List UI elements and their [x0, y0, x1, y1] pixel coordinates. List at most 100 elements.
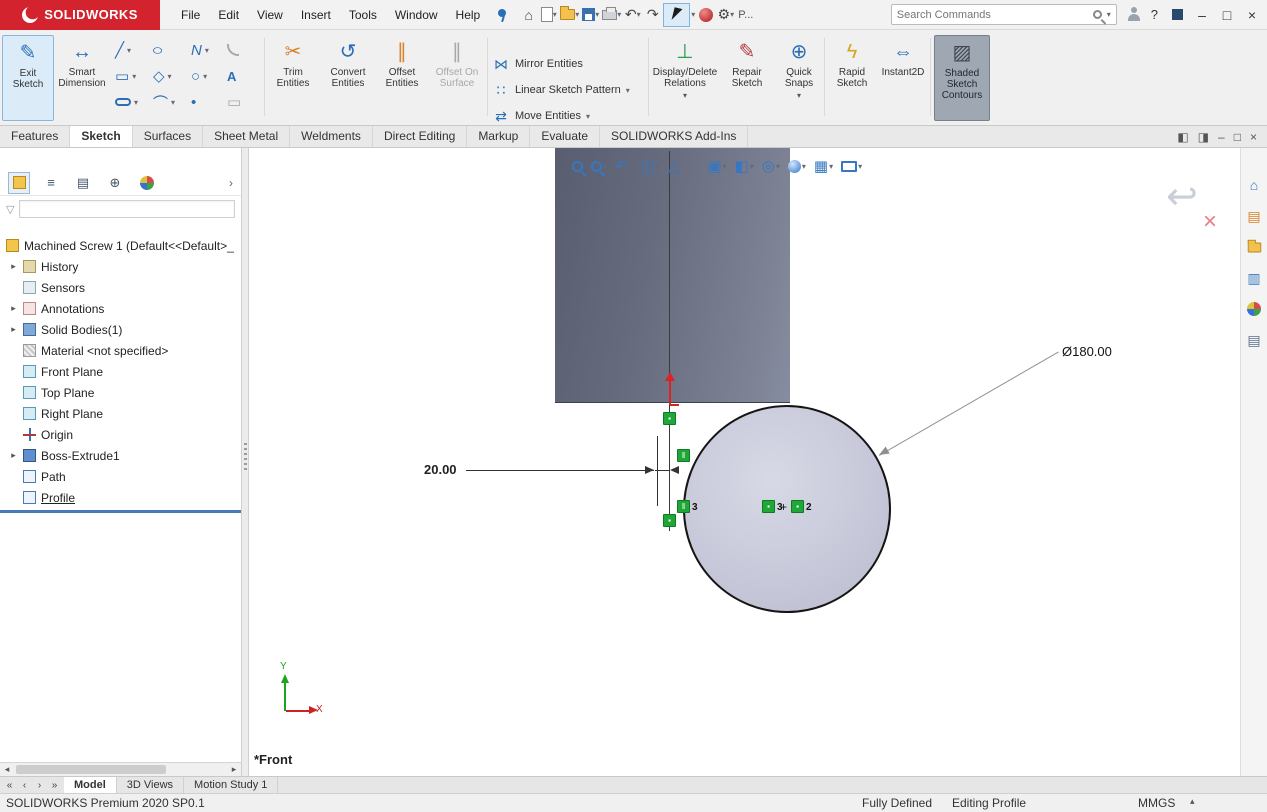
select-tool-button[interactable] [663, 3, 690, 27]
expand-arrow-icon[interactable]: ▸ [9, 450, 18, 461]
sketch-relation-badge[interactable]: ▪ [791, 500, 804, 513]
instant2d-button[interactable]: ⇔ Instant2D [878, 35, 928, 121]
tree-item-profile[interactable]: Profile [0, 487, 241, 508]
tab-markup[interactable]: Markup [467, 126, 530, 147]
panel-overflow-chevron-icon[interactable]: › [229, 176, 233, 190]
maximize-button[interactable]: □ [1216, 4, 1238, 26]
restore-document-icon[interactable]: □ [1234, 130, 1241, 144]
arc-tool-button[interactable]: ⌒▾ [150, 90, 186, 114]
sketch-relation-badge[interactable]: ▪ [663, 412, 676, 425]
sketch-relation-badge[interactable]: ▪ [663, 514, 676, 527]
sketch-relation-badge[interactable]: ▪ [762, 500, 775, 513]
tab-model[interactable]: Model [64, 777, 117, 793]
help-button[interactable]: ? [1151, 7, 1158, 22]
display-manager-tab[interactable] [136, 172, 158, 194]
sketch-relation-badge[interactable]: ‖ [677, 449, 690, 462]
tab-3d-views[interactable]: 3D Views [117, 777, 184, 793]
tab-features[interactable]: Features [0, 126, 70, 147]
rollback-bar[interactable] [0, 510, 241, 513]
dropdown-caret-icon[interactable]: ▾ [553, 10, 557, 19]
close-document-icon[interactable]: × [1250, 130, 1257, 144]
dropdown-caret-icon[interactable]: ▾ [683, 90, 687, 101]
tree-item-boss-extrude[interactable]: ▸ Boss-Extrude1 [0, 445, 241, 466]
configuration-manager-tab[interactable]: ▤ [72, 172, 94, 194]
annotation-views-icon[interactable]: △ [668, 157, 680, 175]
mirror-entities-button[interactable]: ⋈ Mirror Entities [492, 52, 646, 76]
tree-item-right-plane[interactable]: Right Plane [0, 403, 241, 424]
text-tool-button[interactable]: A [224, 64, 260, 88]
dropdown-caret-icon[interactable]: ▾ [637, 10, 641, 19]
tree-item-origin[interactable]: Origin [0, 424, 241, 445]
move-entities-button[interactable]: ⇄ Move Entities ▾ [492, 104, 646, 128]
diameter-leader-line[interactable] [879, 352, 1059, 456]
feature-manager-tree-tab[interactable] [8, 172, 30, 194]
tab-sheet-metal[interactable]: Sheet Metal [203, 126, 290, 147]
edit-appearance-icon[interactable]: ▾ [788, 160, 806, 173]
last-tab-icon[interactable]: » [48, 778, 61, 793]
dimxpert-manager-tab[interactable]: ⊕ [104, 172, 126, 194]
scroll-right-icon[interactable]: ▸ [227, 764, 241, 775]
quick-snaps-button[interactable]: ⊕ Quick Snaps ▾ [776, 35, 822, 121]
convert-entities-button[interactable]: ↺ Convert Entities [322, 35, 374, 121]
dropdown-caret-icon[interactable]: ▾ [575, 10, 579, 19]
appearances-scenes-icon[interactable] [1245, 300, 1263, 318]
menu-view[interactable]: View [248, 0, 292, 30]
tree-item-path[interactable]: Path [0, 466, 241, 487]
line-tool-button[interactable]: ╱▾ [112, 38, 148, 62]
dropdown-caret-icon[interactable]: ▾ [617, 10, 621, 19]
expand-arrow-icon[interactable]: ▸ [9, 324, 18, 335]
next-tab-icon[interactable]: › [33, 778, 46, 793]
tab-sketch[interactable]: Sketch [70, 126, 132, 147]
file-explorer-icon[interactable] [1245, 238, 1263, 256]
dimension-line[interactable] [466, 470, 654, 471]
width-dimension-text[interactable]: 20.00 [424, 462, 457, 477]
panel-splitter[interactable] [242, 148, 249, 776]
offset-entities-button[interactable]: ∥ Offset Entities [376, 35, 428, 121]
collaborate-button[interactable] [696, 3, 715, 27]
units-selector[interactable]: MMGS [1138, 796, 1175, 810]
scroll-left-icon[interactable]: ◂ [0, 764, 14, 775]
tree-item-material[interactable]: Material <not specified> [0, 340, 241, 361]
extension-line[interactable] [657, 436, 658, 506]
resource-monitor-button[interactable] [1166, 4, 1188, 26]
exit-sketch-button[interactable]: ✎ Exit Sketch [2, 35, 54, 121]
menu-window[interactable]: Window [386, 0, 447, 30]
linear-sketch-pattern-button[interactable]: ∷ Linear Sketch Pattern ▾ [492, 78, 646, 102]
dropdown-caret-icon[interactable]: ▾ [134, 98, 138, 107]
menu-file[interactable]: File [172, 0, 209, 30]
dropdown-caret-icon[interactable]: ▾ [127, 46, 131, 55]
circle-tool-button[interactable]: ○▾ [188, 64, 224, 88]
rectangle-tool-button[interactable]: ▭▾ [112, 64, 148, 88]
confirmation-corner-exit-sketch-icon[interactable]: ↩ [1166, 178, 1198, 216]
filter-funnel-icon[interactable]: ▽ [6, 203, 14, 216]
menu-insert[interactable]: Insert [292, 0, 340, 30]
rapid-sketch-button[interactable]: ϟ Rapid Sketch [828, 35, 876, 121]
sketch-centerline[interactable] [669, 151, 670, 531]
dropdown-caret-icon[interactable]: ▾ [171, 98, 175, 107]
expand-arrow-icon[interactable]: ▸ [9, 261, 18, 272]
tree-item-history[interactable]: ▸ History [0, 256, 241, 277]
dropdown-caret-icon[interactable]: ▾ [691, 10, 695, 19]
zoom-to-fit-icon[interactable] [572, 161, 583, 172]
tree-item-annotations[interactable]: ▸ Annotations [0, 298, 241, 319]
collapse-pane-right-icon[interactable]: ◨ [1198, 130, 1209, 144]
tree-horizontal-scrollbar[interactable]: ◂ ▸ [0, 762, 241, 776]
dropdown-caret-icon[interactable]: ▾ [595, 10, 599, 19]
search-input[interactable] [897, 9, 1088, 21]
collapse-pane-left-icon[interactable]: ◧ [1177, 130, 1188, 144]
open-document-button[interactable]: ▾ [559, 3, 580, 27]
tab-surfaces[interactable]: Surfaces [133, 126, 203, 147]
save-button[interactable]: ▾ [581, 3, 600, 27]
sketch-relation-badge[interactable]: ‖ [677, 500, 690, 513]
apply-scene-icon[interactable]: ▦▾ [814, 157, 833, 175]
confirmation-corner-cancel-icon[interactable]: × [1203, 210, 1217, 234]
tab-solidworks-addins[interactable]: SOLIDWORKS Add-Ins [600, 126, 748, 147]
menu-edit[interactable]: Edit [209, 0, 248, 30]
tab-weldments[interactable]: Weldments [290, 126, 373, 147]
menu-tools[interactable]: Tools [340, 0, 386, 30]
custom-properties-icon[interactable]: ▤ [1245, 331, 1263, 349]
slot-tool-button[interactable]: ▾ [112, 90, 148, 114]
view-orientation-icon[interactable]: ▣▾ [707, 157, 726, 175]
tree-root-item[interactable]: Machined Screw 1 (Default<<Default>_ [0, 235, 241, 256]
options-button[interactable]: ⚙▾ [716, 3, 735, 27]
